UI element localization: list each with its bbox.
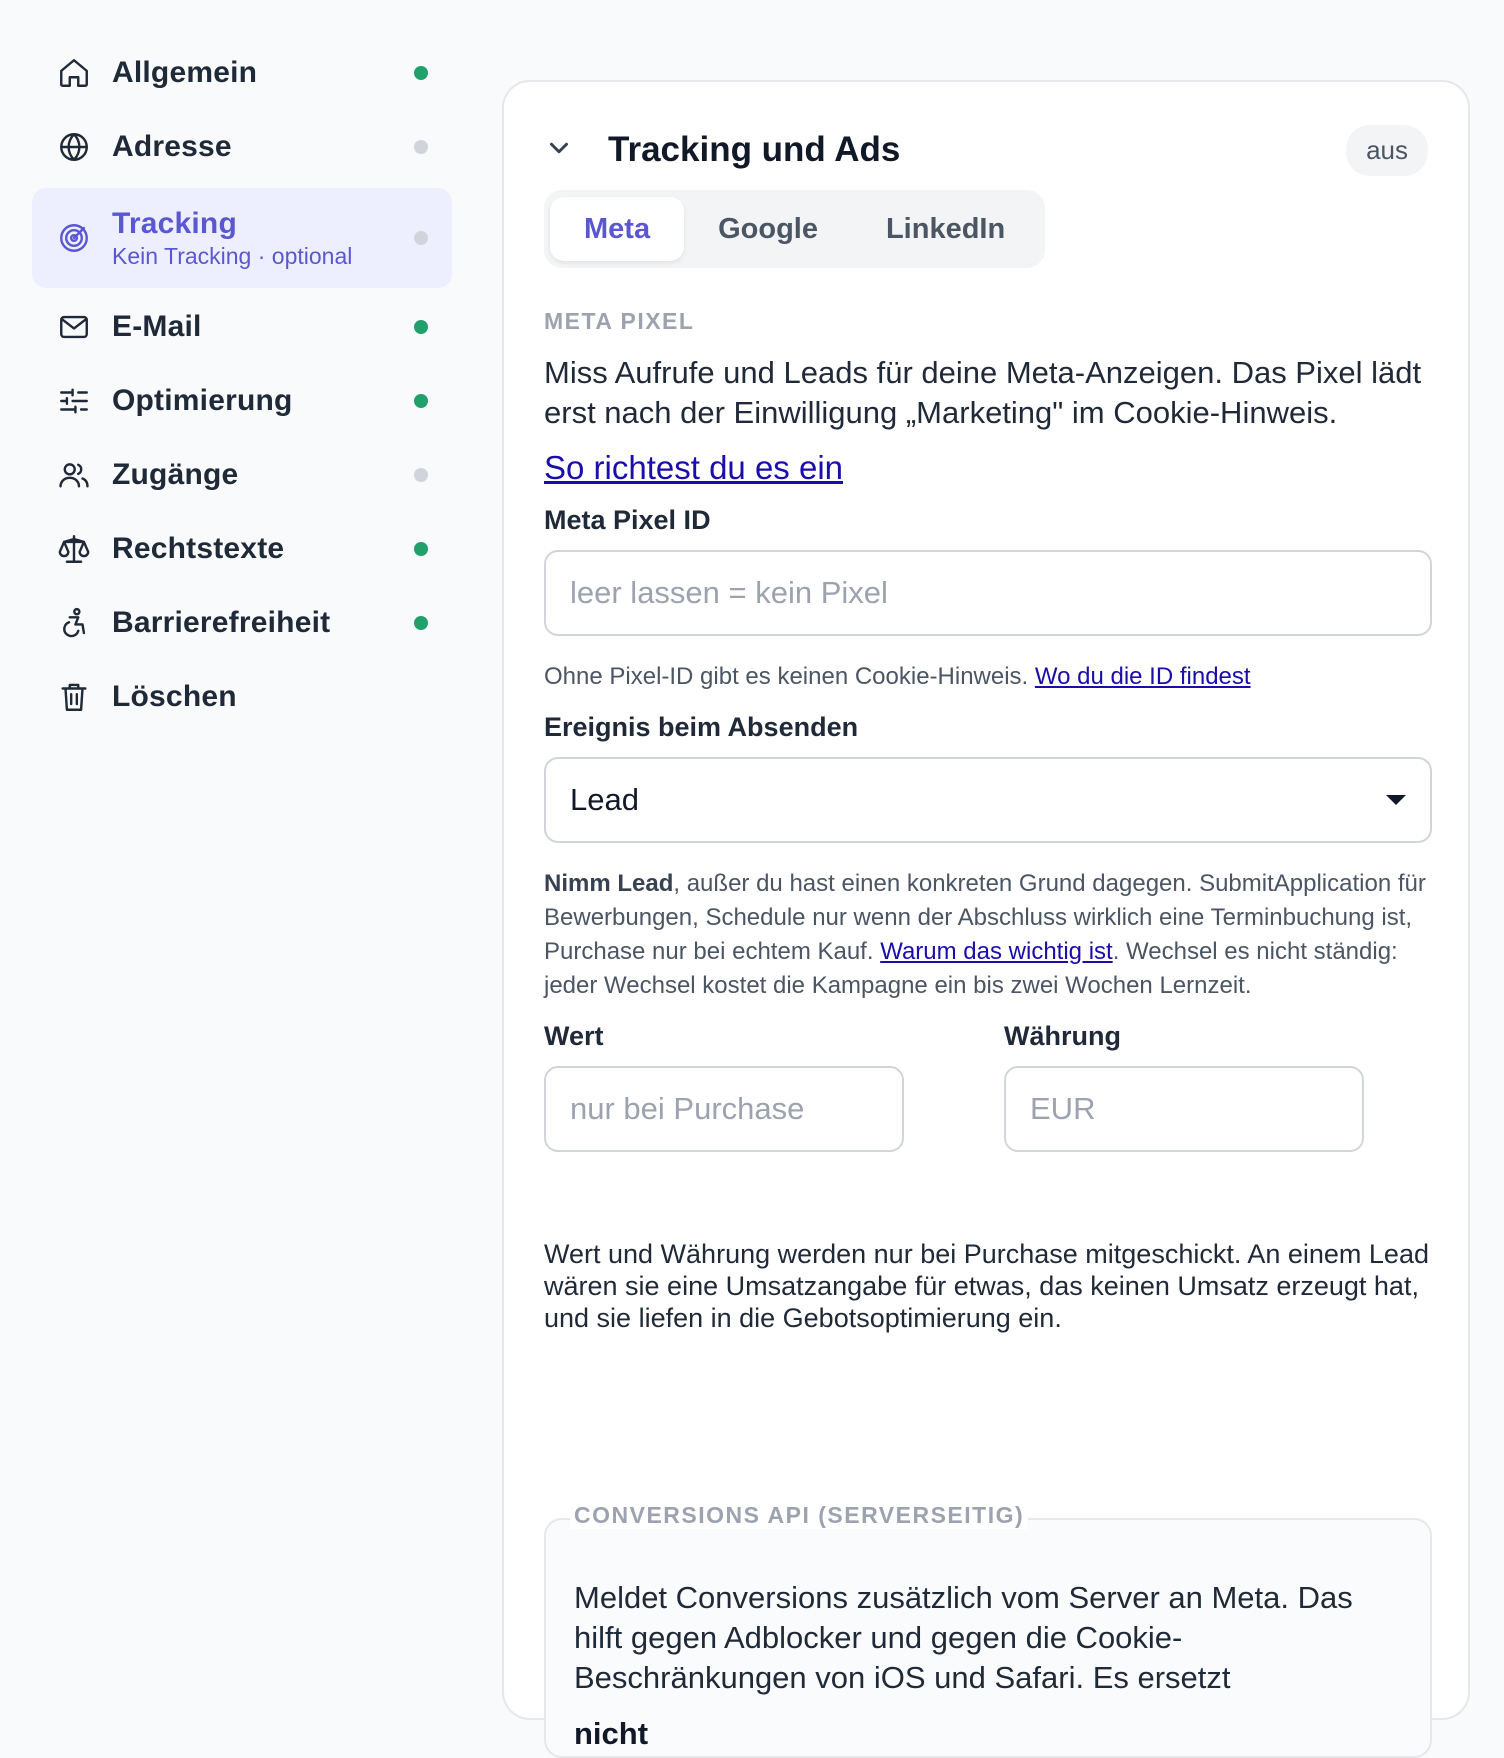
sidebar-item-label: Barrierefreiheit: [112, 606, 331, 639]
sidebar-item-label: Zugänge: [112, 458, 239, 491]
sidebar-item-allgemein[interactable]: Allgemein: [32, 36, 452, 110]
why-important-link[interactable]: Warum das wichtig ist: [880, 938, 1113, 965]
mail-icon: [56, 309, 92, 345]
capi-description: Meldet Conversions zusätzlich vom Server…: [574, 1580, 1353, 1695]
currency-col: Währung EUR: [1004, 1021, 1364, 1152]
sliders-icon: [56, 383, 92, 419]
home-icon: [56, 55, 92, 91]
sidebar-item-zugaenge[interactable]: Zugänge: [32, 438, 452, 512]
pixel-id-input[interactable]: leer lassen = kein Pixel: [544, 550, 1432, 636]
value-label: Wert: [544, 1021, 604, 1051]
sidebar-item-email[interactable]: E-Mail: [32, 290, 452, 364]
trash-icon: [56, 679, 92, 715]
sidebar-item-adresse[interactable]: Adresse: [32, 110, 452, 184]
sidebar-item-label: Tracking: [112, 206, 237, 240]
sidebar-item-rechtstexte[interactable]: Rechtstexte: [32, 512, 452, 586]
sidebar-item-label: Optimierung: [112, 384, 293, 417]
status-dot: [414, 394, 428, 408]
tab-google[interactable]: Google: [684, 197, 852, 261]
status-dot: [414, 468, 428, 482]
chevron-down-icon[interactable]: [544, 133, 574, 168]
status-dot: [414, 66, 428, 80]
provider-tabs: Meta Google LinkedIn: [544, 190, 1046, 268]
tab-linkedin[interactable]: LinkedIn: [852, 197, 1039, 261]
sidebar-item-sublabel: Kein Tracking · optional: [112, 242, 353, 269]
pixel-hint-text: Ohne Pixel-ID gibt es keinen Cookie-Hinw…: [544, 663, 1035, 690]
pixel-id-label: Meta Pixel ID: [544, 505, 711, 535]
sidebar-item-barrierefreiheit[interactable]: Barrierefreiheit: [32, 586, 452, 660]
sidebar-item-label: Löschen: [112, 680, 237, 713]
meta-panel: META PIXEL Miss Aufrufe und Leads für de…: [544, 308, 1432, 1334]
event-select[interactable]: Lead: [544, 757, 1432, 843]
sidebar-item-label: Adresse: [112, 130, 232, 163]
currency-label: Währung: [1004, 1021, 1121, 1051]
currency-input[interactable]: EUR: [1004, 1066, 1364, 1152]
value-input[interactable]: nur bei Purchase: [544, 1066, 904, 1152]
sidebar-item-optimierung[interactable]: Optimierung: [32, 364, 452, 438]
scale-icon: [56, 531, 92, 567]
event-hint: Nimm Lead, außer du hast einen konkreten…: [544, 867, 1432, 1003]
accessibility-icon: [56, 605, 92, 641]
pixel-hint: Ohne Pixel-ID gibt es keinen Cookie-Hinw…: [544, 660, 1432, 694]
setup-link[interactable]: So richtest du es ein: [544, 449, 843, 487]
card-title: Tracking und Ads: [608, 130, 901, 169]
radar-icon: [56, 220, 92, 256]
event-label: Ereignis beim Absenden: [544, 712, 859, 742]
status-dot: [414, 616, 428, 630]
globe-icon: [56, 129, 92, 165]
value-note: Wert und Währung werden nur bei Purchase…: [544, 1239, 1429, 1333]
status-dot: [414, 320, 428, 334]
settings-sidebar: Allgemein Adresse Tracking Kein Tracking…: [32, 36, 452, 734]
status-dot: [414, 231, 428, 245]
users-icon: [56, 457, 92, 493]
pixel-description: Miss Aufrufe und Leads für deine Meta-An…: [544, 355, 1422, 430]
sidebar-item-label: Rechtstexte: [112, 532, 285, 565]
status-dot: [414, 140, 428, 154]
value-col: Wert nur bei Purchase: [544, 1021, 904, 1152]
capi-emphasis: nicht: [574, 1716, 649, 1751]
tab-meta[interactable]: Meta: [550, 197, 685, 261]
sidebar-item-tracking[interactable]: Tracking Kein Tracking · optional: [32, 188, 452, 288]
event-select-value: Lead: [570, 782, 639, 817]
value-currency-row: Wert nur bei Purchase Währung EUR: [544, 1021, 1432, 1152]
caret-down-icon: [1386, 795, 1406, 805]
section-label: META PIXEL: [544, 308, 695, 334]
tracking-card: Tracking und Ads aus Meta Google LinkedI…: [502, 80, 1470, 1758]
capi-legend: CONVERSIONS API (SERVERSEITIG): [570, 1502, 1029, 1529]
status-badge: aus: [1346, 124, 1428, 176]
sidebar-item-label: Allgemein: [112, 56, 258, 89]
sidebar-item-loeschen[interactable]: Löschen: [32, 660, 452, 734]
sidebar-item-label: E-Mail: [112, 310, 202, 343]
capi-fieldset: CONVERSIONS API (SERVERSEITIG) Meldet Co…: [544, 1502, 1432, 1758]
status-dot: [414, 542, 428, 556]
event-hint-bold: Nimm Lead: [544, 870, 674, 897]
find-id-link[interactable]: Wo du die ID findest: [1035, 663, 1251, 690]
card-header[interactable]: Tracking und Ads aus: [544, 118, 1428, 182]
